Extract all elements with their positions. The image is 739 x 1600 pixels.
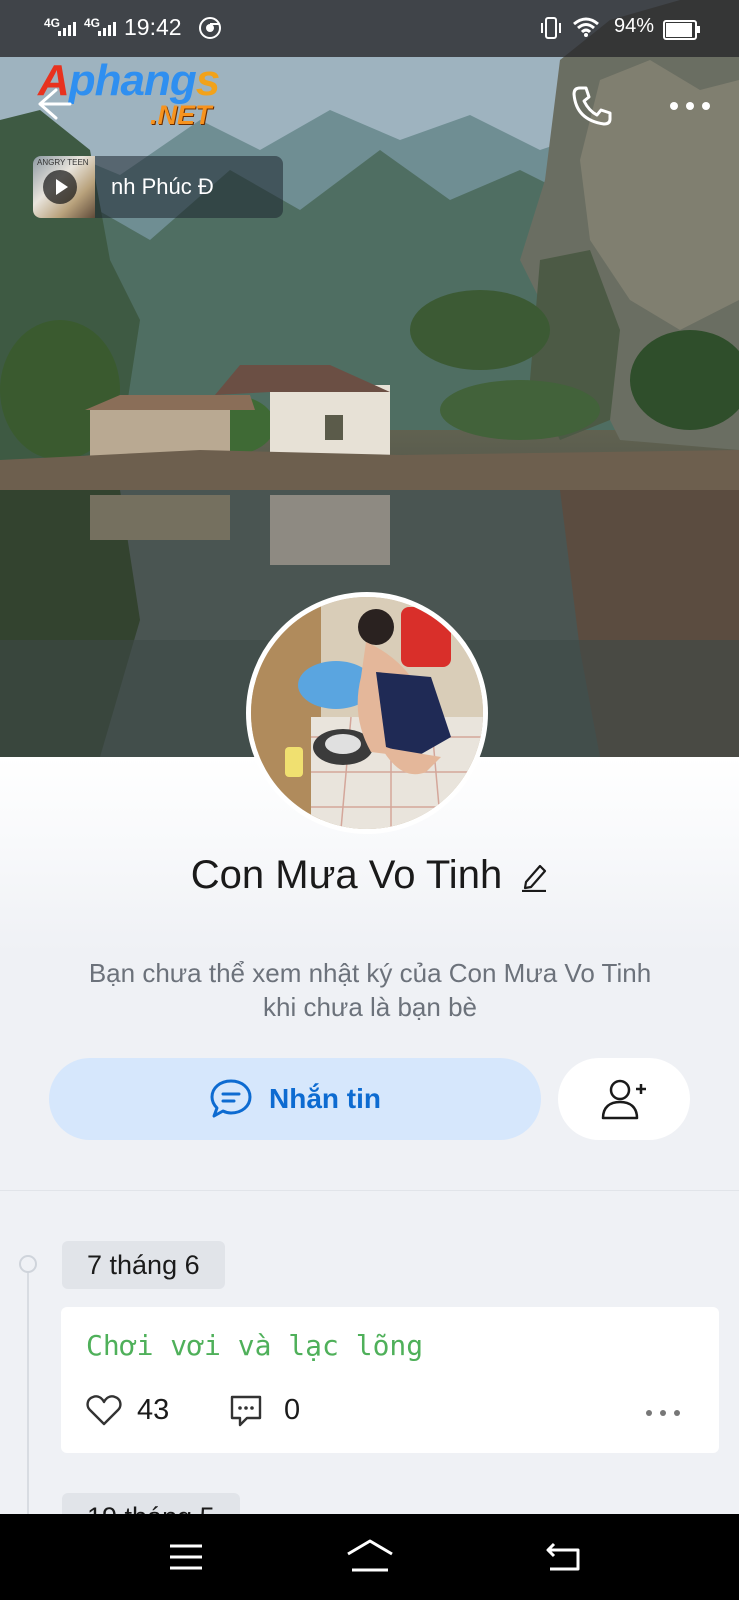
- comment-count: 0: [284, 1394, 301, 1426]
- post-more-icon[interactable]: [643, 1407, 683, 1419]
- battery-icon: [663, 20, 700, 40]
- more-icon[interactable]: [668, 96, 712, 116]
- music-title: nh Phúc Đ: [111, 174, 214, 199]
- section-divider: [0, 1190, 739, 1191]
- play-icon[interactable]: [43, 170, 77, 204]
- like-count: 43: [137, 1394, 170, 1426]
- add-friend-icon: [601, 1079, 646, 1120]
- status-bar: 4G 4G 19:42 94%: [0, 0, 739, 57]
- post-text: Chơi vơi và lạc lõng: [86, 1329, 424, 1362]
- timeline-dot: [19, 1255, 37, 1273]
- battery-percent: 94%: [614, 15, 655, 37]
- chat-icon: [210, 1079, 252, 1118]
- heart-icon[interactable]: [86, 1394, 122, 1426]
- return-icon[interactable]: [544, 1540, 584, 1572]
- phone-icon[interactable]: [570, 84, 614, 128]
- menu-icon[interactable]: [168, 1543, 204, 1571]
- profile-name: Con Mưa Vo Tinh: [190, 853, 503, 897]
- battery-level-fill: [666, 23, 692, 37]
- logo-suffix: .NET: [150, 100, 212, 130]
- signal-bars-icon: [58, 22, 76, 36]
- home-icon[interactable]: [344, 1538, 396, 1574]
- timeline-line: [27, 1265, 29, 1515]
- add-friend-button[interactable]: [558, 1058, 690, 1140]
- system-nav-bar: [0, 1514, 739, 1600]
- post-card[interactable]: Chơi vơi và lạc lõng 43 0: [61, 1307, 719, 1453]
- clock: 19:42: [124, 14, 182, 40]
- chrome-icon: [199, 17, 221, 39]
- timeline-date: 7 tháng 6: [62, 1241, 225, 1289]
- avatar[interactable]: [246, 592, 488, 834]
- profile-music-chip[interactable]: ANGRY TEEN nh Phúc Đ: [33, 156, 283, 218]
- signal-bars-icon: [98, 22, 116, 36]
- privacy-note: Bạn chưa thể xem nhật ký của Con Mưa Vo …: [88, 958, 652, 1022]
- avatar-photo: [251, 597, 483, 829]
- back-arrow-icon[interactable]: [34, 84, 74, 124]
- message-button-label: Nhắn tin: [269, 1083, 381, 1114]
- message-button[interactable]: Nhắn tin: [49, 1058, 541, 1140]
- edit-icon[interactable]: [520, 860, 548, 892]
- vibrate-icon: [541, 17, 561, 39]
- wifi-icon: [573, 17, 599, 37]
- comment-icon[interactable]: [229, 1394, 263, 1428]
